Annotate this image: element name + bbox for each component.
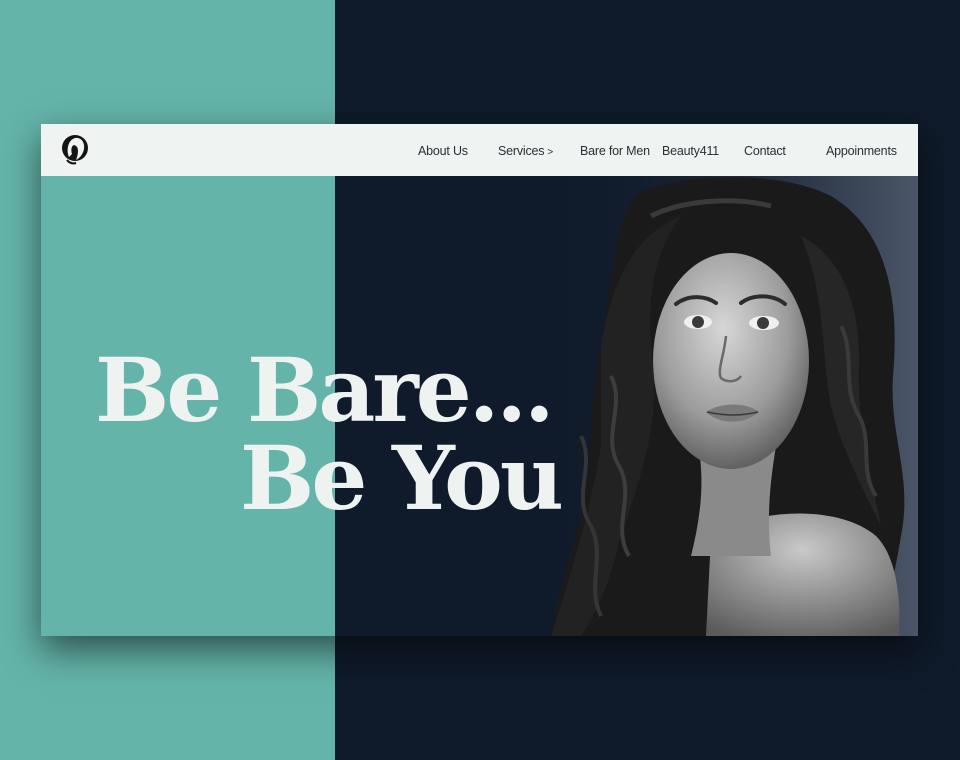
nav-contact[interactable]: Contact	[744, 144, 786, 158]
nav-beauty411[interactable]: Beauty411	[662, 144, 719, 158]
nav-about-us[interactable]: About Us	[418, 144, 468, 158]
top-navbar: About Us Services > Bare for Men Beauty41…	[41, 124, 918, 176]
nav-services-label: Services	[498, 144, 545, 158]
hero-headline-line1: Be Bare...	[95, 338, 555, 442]
woman-silhouette-logo-icon[interactable]	[60, 130, 90, 166]
nav-services[interactable]: Services >	[498, 144, 553, 158]
hero-headline-line2: Be You	[240, 426, 564, 530]
website-mockup: About Us Services > Bare for Men Beauty41…	[41, 124, 918, 636]
nav-appointments[interactable]: Appoinments	[826, 144, 897, 158]
chevron-right-icon: >	[547, 147, 553, 158]
hero-portrait-image	[541, 176, 918, 636]
nav-bare-for-men[interactable]: Bare for Men	[580, 144, 650, 158]
